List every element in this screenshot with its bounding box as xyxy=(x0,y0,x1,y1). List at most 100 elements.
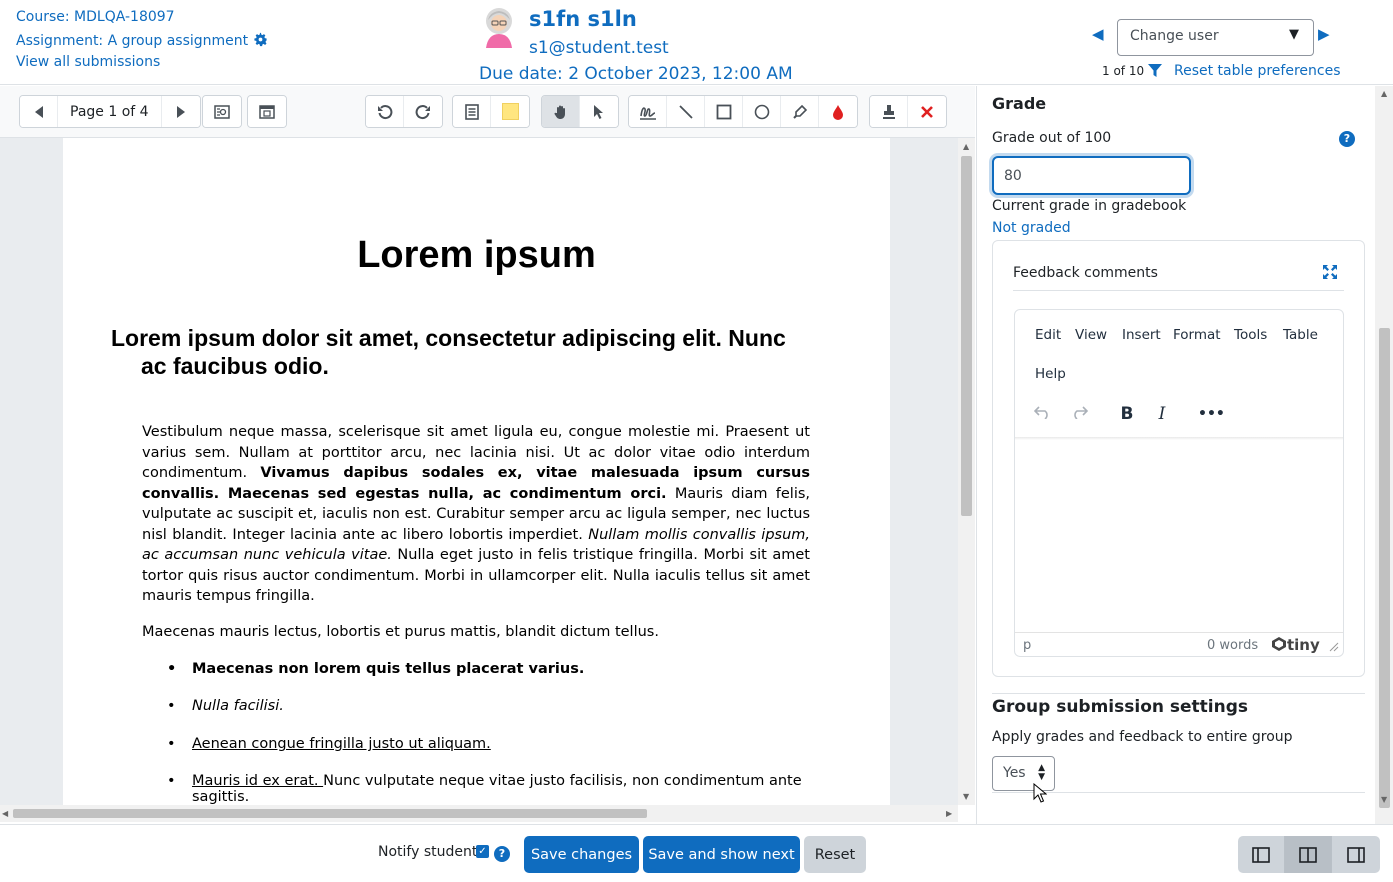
default-layout-icon[interactable] xyxy=(1285,836,1332,873)
document-paragraph: Vestibulum neque massa, scelerisque sit … xyxy=(142,424,811,604)
assignment-link[interactable]: Assignment: A group assignment xyxy=(16,32,268,49)
page-select[interactable]: Page 1 of 4 xyxy=(58,96,162,127)
editor-statusbar: p 0 words tiny xyxy=(1015,632,1343,656)
user-count: 1 of 10 xyxy=(1102,64,1145,78)
help-icon[interactable]: ? xyxy=(494,846,510,862)
oval-tool-icon[interactable] xyxy=(743,96,781,127)
pdf-viewer[interactable]: Lorem ipsum Lorem ipsum dolor sit amet, … xyxy=(0,138,958,805)
list-item: Nulla facilisi. xyxy=(167,698,812,714)
collapse-review-panel-icon[interactable] xyxy=(1332,836,1379,873)
menu-insert[interactable]: Insert xyxy=(1122,327,1161,343)
reset-table-preferences-link[interactable]: Reset table preferences xyxy=(1174,63,1341,79)
list-item: Aenean congue fringilla justo ut aliquam… xyxy=(167,736,812,752)
highlight-tool-icon[interactable] xyxy=(781,96,819,127)
search-comments-group xyxy=(202,95,242,128)
menu-format[interactable]: Format xyxy=(1173,327,1221,343)
grade-panel-scrollbar[interactable]: ▲ ▼ xyxy=(1375,86,1393,824)
course-link[interactable]: Course: MDLQA-18097 xyxy=(16,9,175,25)
gear-icon[interactable] xyxy=(253,32,268,47)
more-options-icon[interactable]: ••• xyxy=(1198,402,1225,426)
dropdown-arrow-icon: ▼ xyxy=(1289,27,1299,42)
feedback-comments-label: Feedback comments xyxy=(1013,265,1158,281)
group-submission-heading: Group submission settings xyxy=(992,697,1249,717)
rotate-left-icon[interactable] xyxy=(366,96,404,127)
annotation-toolbar: Page 1 of 4 xyxy=(0,86,975,138)
resize-handle-icon[interactable] xyxy=(1329,642,1339,652)
comment-tool-icon[interactable] xyxy=(453,96,491,127)
change-user-placeholder: Change user xyxy=(1130,28,1219,44)
expand-group xyxy=(247,95,287,128)
scrollbar-thumb[interactable] xyxy=(13,809,647,818)
due-date: Due date: 2 October 2023, 12:00 AM xyxy=(479,64,793,84)
help-icon[interactable]: ? xyxy=(1339,131,1355,147)
divider xyxy=(992,693,1365,694)
next-page-icon[interactable] xyxy=(161,96,200,127)
select-group xyxy=(541,95,619,128)
menu-tools[interactable]: Tools xyxy=(1234,327,1267,343)
save-changes-button[interactable]: Save changes xyxy=(524,836,639,873)
notify-student-checkbox[interactable]: ✓ xyxy=(476,845,489,858)
user-email: s1@student.test xyxy=(529,38,669,58)
editor-toolbar-divider xyxy=(1015,437,1343,440)
document-horizontal-scrollbar[interactable]: ◀ ▶ xyxy=(0,805,958,822)
delete-annotation-icon[interactable] xyxy=(908,96,946,127)
line-tool-icon[interactable] xyxy=(667,96,705,127)
save-and-show-next-button[interactable]: Save and show next xyxy=(643,836,800,873)
redo-icon[interactable] xyxy=(1067,402,1091,426)
menu-table[interactable]: Table xyxy=(1283,327,1318,343)
pan-hand-icon[interactable] xyxy=(542,96,580,127)
page-navigation: Page 1 of 4 xyxy=(19,95,201,128)
view-all-submissions-link[interactable]: View all submissions xyxy=(16,54,160,70)
document-vertical-scrollbar[interactable]: ▲ ▼ xyxy=(958,138,975,805)
notify-student-label: Notify student xyxy=(378,844,478,860)
reset-button[interactable]: Reset xyxy=(804,836,866,873)
bold-icon[interactable]: B xyxy=(1115,402,1139,426)
document-paragraph: Maecenas mauris lectus, lobortis et puru… xyxy=(142,624,659,640)
stamp-tool-icon[interactable] xyxy=(870,96,908,127)
apply-to-group-value: Yes xyxy=(1003,765,1026,781)
collapse-grade-panel-icon[interactable] xyxy=(1238,836,1285,873)
drawing-tools-group xyxy=(628,95,858,128)
rectangle-tool-icon[interactable] xyxy=(705,96,743,127)
current-grade-label: Current grade in gradebook xyxy=(992,198,1187,214)
divider xyxy=(1013,290,1344,291)
comment-group xyxy=(452,95,530,128)
pen-tool-icon[interactable] xyxy=(629,96,667,127)
grade-out-of-label: Grade out of 100 xyxy=(992,130,1112,146)
mouse-cursor-icon xyxy=(1033,783,1047,803)
pdf-page[interactable]: Lorem ipsum Lorem ipsum dolor sit amet, … xyxy=(63,138,890,805)
change-user-select[interactable]: Change user ▼ xyxy=(1117,19,1314,56)
rotate-right-icon[interactable] xyxy=(404,96,442,127)
scrollbar-thumb[interactable] xyxy=(961,156,972,516)
rich-text-editor[interactable]: Edit View Insert Format Tools Table Help… xyxy=(1014,309,1344,657)
select-arrows-icon: ▲ ▼ xyxy=(1038,763,1045,782)
next-user-arrow-icon[interactable]: ▶ xyxy=(1318,24,1338,44)
search-comments-icon[interactable] xyxy=(203,96,241,127)
user-name[interactable]: s1fn s1ln xyxy=(529,7,637,31)
document-heading: Lorem ipsum dolor sit amet, consectetur … xyxy=(111,325,786,379)
undo-icon[interactable] xyxy=(1031,402,1055,426)
menu-help[interactable]: Help xyxy=(1035,366,1066,382)
previous-page-icon[interactable] xyxy=(20,96,58,127)
list-item: Mauris id ex erat. Nunc vulputate neque … xyxy=(167,773,812,805)
stamp-delete-group xyxy=(869,95,947,128)
element-path[interactable]: p xyxy=(1023,638,1031,653)
italic-icon[interactable]: I xyxy=(1150,402,1174,426)
grader-header: Course: MDLQA-18097 Assignment: A group … xyxy=(0,0,1393,85)
select-pointer-icon[interactable] xyxy=(580,96,618,127)
filter-icon[interactable] xyxy=(1147,63,1163,79)
grade-input[interactable] xyxy=(992,156,1191,195)
grade-panel: Grade Grade out of 100 ? Current grade i… xyxy=(976,86,1393,824)
document-title: Lorem ipsum xyxy=(357,234,596,276)
previous-user-arrow-icon[interactable]: ◀ xyxy=(1092,24,1112,44)
expand-icon[interactable] xyxy=(1322,264,1338,280)
comment-color-icon[interactable] xyxy=(491,96,529,127)
annotation-color-icon[interactable] xyxy=(819,96,857,127)
tiny-logo[interactable]: tiny xyxy=(1271,636,1320,654)
expand-page-icon[interactable] xyxy=(248,96,286,127)
word-count[interactable]: 0 words xyxy=(1207,638,1258,653)
menu-view[interactable]: View xyxy=(1075,327,1107,343)
current-grade-link[interactable]: Not graded xyxy=(992,220,1071,236)
menu-edit[interactable]: Edit xyxy=(1035,327,1061,343)
scrollbar-thumb[interactable] xyxy=(1379,328,1390,808)
